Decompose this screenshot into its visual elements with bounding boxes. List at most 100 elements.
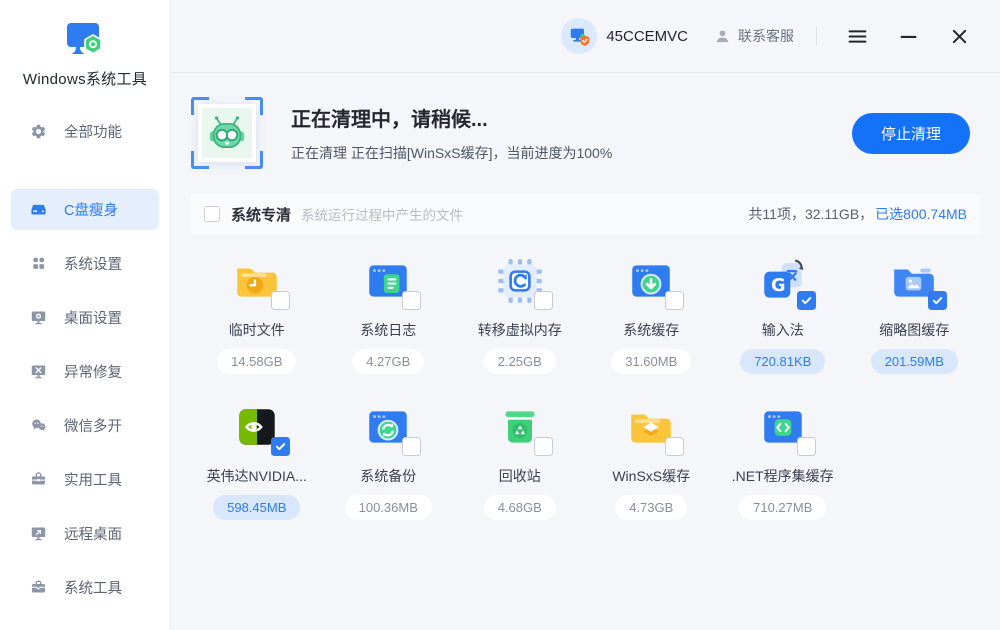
- item-size-badge: 4.68GB: [484, 495, 556, 520]
- hamburger-icon: [847, 26, 868, 47]
- sidebar-item-label: 系统设置: [64, 253, 122, 274]
- item-label: .NET程序集缓存: [732, 466, 834, 486]
- clean-item[interactable]: 缩略图缓存 201.59MB: [849, 256, 981, 374]
- sidebar-item[interactable]: 全部功能: [11, 111, 159, 152]
- item-checkbox[interactable]: [665, 437, 684, 456]
- sidebar: Windows系统工具 全部功能 C盘瘦身系统设置桌面设置异常修复微信多开实用工具…: [0, 0, 171, 630]
- item-checkbox[interactable]: [928, 291, 947, 310]
- item-checkbox[interactable]: [797, 291, 816, 310]
- nvidia-icon: [232, 402, 282, 452]
- item-checkbox[interactable]: [271, 437, 290, 456]
- sidebar-menu: 全部功能 C盘瘦身系统设置桌面设置异常修复微信多开实用工具远程桌面系统工具: [0, 111, 170, 621]
- window-sync-icon: [363, 402, 413, 452]
- account-avatar-icon: [561, 18, 597, 54]
- item-size-badge: 598.45MB: [213, 495, 300, 520]
- topbar: 45CCEMVC 联系客服: [171, 0, 1000, 73]
- sidebar-item[interactable]: 桌面设置: [11, 297, 159, 338]
- sidebar-item[interactable]: 系统工具: [11, 567, 159, 608]
- clean-item[interactable]: 临时文件14.58GB: [191, 256, 323, 374]
- item-size-badge: 710.27MB: [739, 495, 826, 520]
- sidebar-item-label: 微信多开: [64, 415, 122, 436]
- item-label: 系统备份: [360, 466, 416, 486]
- item-checkbox[interactable]: [534, 437, 553, 456]
- sidebar-item[interactable]: C盘瘦身: [11, 189, 159, 230]
- sidebar-item-label: 全部功能: [64, 121, 122, 142]
- folder-image-icon: [889, 256, 939, 306]
- item-label: 系统缓存: [623, 320, 679, 340]
- clean-item[interactable]: 英伟达NVIDIA... 598.45MB: [191, 402, 323, 520]
- person-icon: [714, 28, 731, 45]
- cleaning-title: 正在清理中，请稍候...: [291, 103, 612, 132]
- section-title: 系统专清: [231, 204, 291, 225]
- recycle-bin-icon: [495, 402, 545, 452]
- translate-icon: G: [758, 256, 808, 306]
- wechat-icon: [30, 417, 47, 434]
- content-area: 正在清理中，请稍候... 正在清理 正在扫描[WinSxS缓存]，当前进度为10…: [171, 73, 1000, 520]
- folder-layers-icon: [626, 402, 676, 452]
- item-checkbox[interactable]: [271, 291, 290, 310]
- sidebar-item[interactable]: 实用工具: [11, 459, 159, 500]
- stop-cleaning-button[interactable]: 停止清理: [852, 113, 970, 154]
- item-checkbox[interactable]: [402, 437, 421, 456]
- close-button[interactable]: [945, 22, 974, 51]
- svg-text:G: G: [771, 276, 786, 296]
- sidebar-item[interactable]: 微信多开: [11, 405, 159, 446]
- item-label: 英伟达NVIDIA...: [207, 466, 307, 486]
- clean-item[interactable]: 系统备份 100.36MB: [323, 402, 455, 520]
- item-size-badge: 720.81KB: [740, 349, 825, 374]
- sidebar-item[interactable]: 异常修复: [11, 351, 159, 392]
- close-icon: [949, 26, 970, 47]
- grid-icon: [30, 255, 47, 272]
- clean-item[interactable]: 回收站 4.68GB: [454, 402, 586, 520]
- app-title: Windows系统工具: [0, 68, 170, 89]
- account-badge[interactable]: 45CCEMVC: [561, 18, 688, 54]
- clean-item[interactable]: G 输入法 720.81KB: [717, 256, 849, 374]
- item-checkbox[interactable]: [534, 291, 553, 310]
- item-label: 输入法: [762, 320, 804, 340]
- cleaning-status: 正在清理 正在扫描[WinSxS缓存]，当前进度为100%: [291, 143, 612, 163]
- item-label: 系统日志: [360, 320, 416, 340]
- sidebar-item-label: 远程桌面: [64, 523, 122, 544]
- main-area: 45CCEMVC 联系客服: [171, 0, 1000, 630]
- window-log-icon: [363, 256, 413, 306]
- minimize-button[interactable]: [894, 22, 923, 51]
- section-subtitle: 系统运行过程中产生的文件: [301, 204, 463, 224]
- item-size-badge: 4.73GB: [615, 495, 687, 520]
- item-size-badge: 31.60MB: [611, 349, 691, 374]
- item-label: 回收站: [499, 466, 541, 486]
- item-label: WinSxS缓存: [612, 466, 690, 486]
- clean-item[interactable]: 系统缓存 31.60MB: [586, 256, 718, 374]
- item-size-badge: 100.36MB: [345, 495, 432, 520]
- chip-refresh-icon: [495, 256, 545, 306]
- sidebar-item[interactable]: 远程桌面: [11, 513, 159, 554]
- briefcase-icon: [30, 579, 47, 596]
- item-checkbox[interactable]: [665, 291, 684, 310]
- robot-scan-icon: [191, 97, 263, 169]
- monitor-repair-icon: [30, 363, 47, 380]
- clean-item[interactable]: WinSxS缓存 4.73GB: [586, 402, 718, 520]
- item-label: 缩略图缓存: [879, 320, 949, 340]
- clean-item[interactable]: 系统日志 4.27GB: [323, 256, 455, 374]
- menu-button[interactable]: [843, 22, 872, 51]
- item-size-badge: 2.25GB: [484, 349, 556, 374]
- contact-support-button[interactable]: 联系客服: [714, 26, 794, 46]
- item-checkbox[interactable]: [797, 437, 816, 456]
- sidebar-item-label: 异常修复: [64, 361, 122, 382]
- monitor-gear-icon: [30, 309, 47, 326]
- section-summary: 共11项，32.11GB，: [748, 204, 873, 224]
- minimize-icon: [898, 26, 919, 47]
- item-label: 转移虚拟内存: [478, 320, 562, 340]
- remote-desktop-icon: [30, 525, 47, 542]
- item-size-badge: 4.27GB: [352, 349, 424, 374]
- selected-size: 已选800.74MB: [875, 204, 967, 224]
- section-header: 系统专清 系统运行过程中产生的文件 共11项，32.11GB， 已选800.74…: [191, 194, 980, 234]
- select-all-checkbox[interactable]: [204, 206, 220, 222]
- clean-items-grid: 临时文件14.58GB 系统日志 4.27GB 转移虚拟内存 2.25GB 系统缓存 31.…: [191, 256, 980, 520]
- clean-item[interactable]: 转移虚拟内存 2.25GB: [454, 256, 586, 374]
- item-size-badge: 201.59MB: [871, 349, 958, 374]
- item-size-badge: 14.58GB: [217, 349, 296, 374]
- sidebar-item[interactable]: 系统设置: [11, 243, 159, 284]
- item-checkbox[interactable]: [402, 291, 421, 310]
- folder-clock-icon: [232, 256, 282, 306]
- clean-item[interactable]: .NET程序集缓存 710.27MB: [717, 402, 849, 520]
